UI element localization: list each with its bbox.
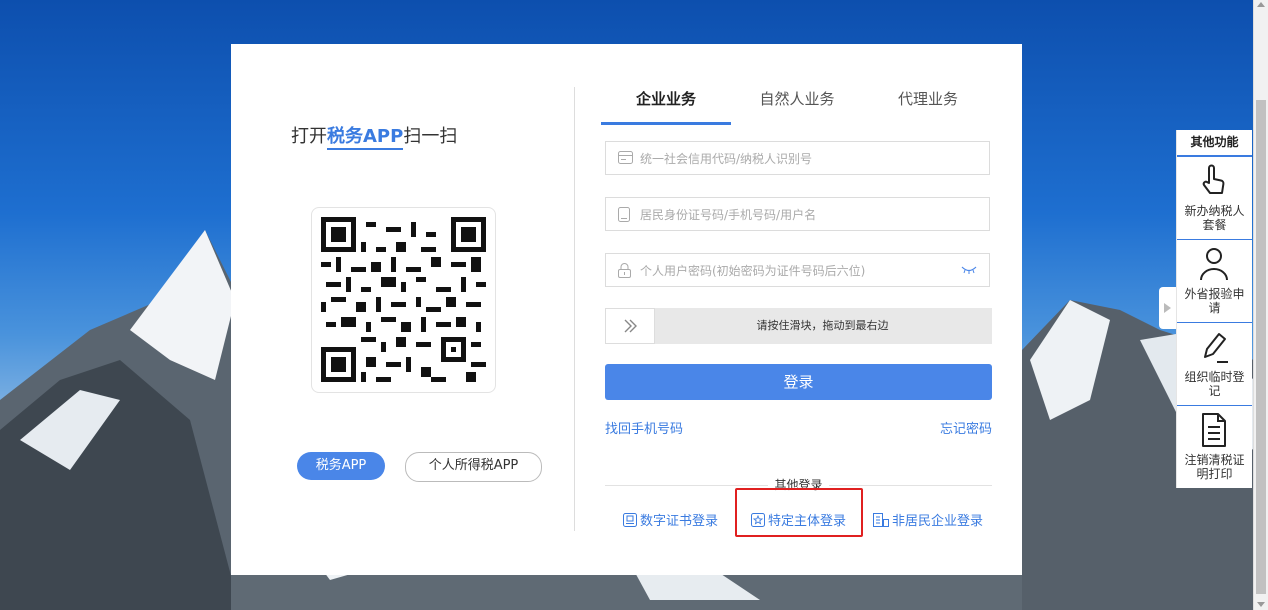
id-number-field [605, 197, 990, 232]
slide-verification: 请按住滑块，拖动到最右边 [605, 308, 992, 344]
qr-title-prefix: 打开 [291, 126, 327, 147]
credit-code-input[interactable] [638, 142, 962, 176]
password-input[interactable] [638, 254, 962, 288]
user-icon [1200, 248, 1228, 281]
qr-scan-instruction: 打开税务APP扫一扫 [291, 122, 551, 150]
slider-instruction: 请按住滑块，拖动到最右边 [756, 319, 889, 332]
side-item-label: 外省报验申请 [1184, 287, 1245, 315]
certificate-icon [623, 512, 637, 527]
card-icon [618, 151, 633, 164]
forgot-password-link[interactable]: 忘记密码 [940, 418, 992, 437]
side-item-out-of-province-inspection[interactable]: 外省报验申请 [1177, 240, 1252, 323]
slider-handle[interactable] [605, 308, 655, 344]
lock-icon [618, 263, 631, 278]
tax-app-button[interactable]: 税务APP [297, 452, 385, 480]
double-chevron-right-icon [624, 319, 637, 333]
login-button[interactable]: 登录 [605, 364, 992, 400]
scrollbar-thumb[interactable] [1256, 100, 1266, 594]
non-resident-enterprise-login[interactable]: 非居民企业登录 [873, 510, 983, 529]
highlight-box [735, 488, 863, 537]
pen-icon [1204, 333, 1228, 363]
side-panel-toggle-icon[interactable] [1159, 287, 1177, 329]
qr-code [311, 207, 496, 393]
side-item-label: 组织临时登记 [1184, 370, 1245, 398]
tab-enterprise[interactable]: 企业业务 [601, 88, 731, 125]
password-field [605, 253, 990, 288]
qr-code-image [321, 217, 486, 382]
side-item-tax-clearance-print[interactable]: 注销清税证明打印 [1177, 406, 1252, 488]
eye-closed-icon[interactable] [961, 266, 977, 274]
other-functions-title: 其他功能 [1177, 130, 1252, 157]
digital-certificate-login[interactable]: 数字证书登录 [623, 510, 718, 529]
id-number-input[interactable] [638, 198, 962, 232]
tab-agent[interactable]: 代理业务 [863, 88, 993, 122]
document-icon [1202, 413, 1226, 447]
building-id-icon [873, 512, 889, 527]
personal-income-tax-app-button[interactable]: 个人所得税APP [405, 452, 542, 482]
phone-icon [618, 207, 630, 222]
non-resident-enterprise-login-label: 非居民企业登录 [892, 514, 984, 529]
side-item-new-taxpayer-package[interactable]: 新办纳税人套餐 [1177, 157, 1252, 240]
scroll-down-icon[interactable] [1257, 602, 1265, 607]
side-item-temporary-registration[interactable]: 组织临时登记 [1177, 323, 1252, 406]
pointing-hand-icon [1202, 164, 1225, 194]
tab-natural-person[interactable]: 自然人业务 [732, 88, 862, 122]
qr-title-highlight: 税务APP [327, 126, 404, 150]
business-tabs: 企业业务 自然人业务 代理业务 [601, 88, 993, 125]
panel-divider [574, 87, 575, 531]
scrollbar[interactable] [1253, 0, 1268, 610]
login-card: 打开税务APP扫一扫 税务APP 个人所得税APP 企业业务 自然人业务 代理业… [231, 44, 1022, 575]
other-functions-panel: 其他功能 新办纳税人套餐 外省报验申请 组织临时登记 注销清税证明打印 [1176, 130, 1252, 488]
side-item-label: 新办纳税人套餐 [1184, 204, 1245, 232]
qr-title-suffix: 扫一扫 [403, 126, 458, 147]
scroll-up-icon[interactable] [1257, 2, 1265, 7]
digital-certificate-login-label: 数字证书登录 [640, 514, 719, 529]
side-item-label: 注销清税证明打印 [1184, 453, 1245, 481]
retrieve-phone-link[interactable]: 找回手机号码 [605, 418, 683, 437]
credit-code-field [605, 141, 990, 176]
